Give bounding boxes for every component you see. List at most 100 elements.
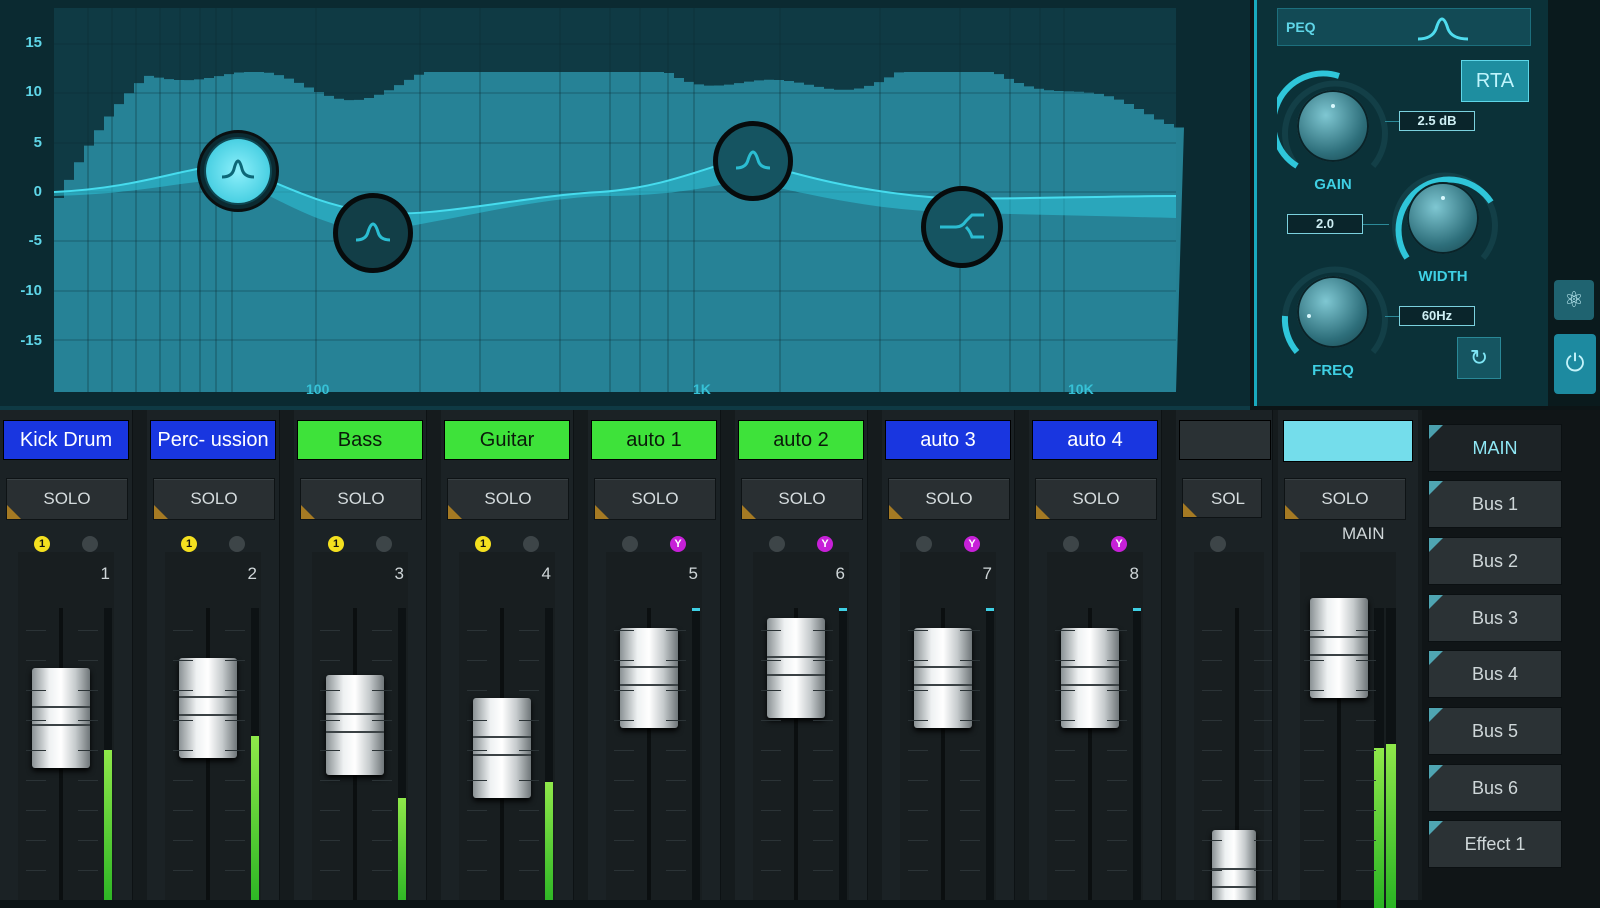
- channel-strip: Bass SOLO 1 3: [294, 410, 427, 900]
- fader-scale-tick: [78, 660, 98, 661]
- fader-scale-tick: [467, 630, 487, 631]
- bus-1-button[interactable]: Bus 1: [1428, 480, 1562, 528]
- channel-led-right: [229, 536, 245, 552]
- eq-band-4-handle[interactable]: [921, 186, 1003, 268]
- width-knob[interactable]: [1387, 162, 1499, 274]
- solo-button[interactable]: SOL: [1182, 478, 1262, 518]
- fader-scale-tick: [320, 720, 340, 721]
- x-tick-label: 100: [306, 381, 330, 397]
- fader-scale-tick: [1304, 840, 1324, 841]
- channel-led-left: [1210, 536, 1226, 552]
- freq-value[interactable]: 60Hz: [1399, 306, 1475, 326]
- fader-scale-tick: [761, 840, 781, 841]
- eq-graph-canvas: [0, 0, 1184, 406]
- peq-panel: PEQ RTA GAIN 2.5 dB WIDTH 2.0 FREQ 60Hz …: [1254, 0, 1551, 406]
- fader-scale-tick: [519, 750, 539, 751]
- fader-scale-tick: [26, 870, 46, 871]
- channel-fader[interactable]: [179, 658, 237, 758]
- fader-scale-tick: [960, 780, 980, 781]
- solo-button[interactable]: SOLO: [447, 478, 569, 520]
- width-value[interactable]: 2.0: [1287, 214, 1363, 234]
- channel-led-left: [916, 536, 932, 552]
- solo-button[interactable]: SOLO: [300, 478, 422, 520]
- eq-band-2-handle[interactable]: [333, 193, 413, 273]
- solo-button[interactable]: SOLO: [741, 478, 863, 520]
- shelf-filter-icon: [940, 213, 984, 239]
- solo-button[interactable]: SOLO: [6, 478, 128, 520]
- channel-name[interactable]: Bass: [297, 420, 423, 460]
- channel-name[interactable]: auto 3: [885, 420, 1011, 460]
- channel-name[interactable]: auto 2: [738, 420, 864, 460]
- solo-button[interactable]: SOLO: [1035, 478, 1157, 520]
- bus-3-button[interactable]: Bus 3: [1428, 594, 1562, 642]
- fader-scale-tick: [1304, 810, 1324, 811]
- fader-scale-tick: [1254, 660, 1272, 661]
- channel-name[interactable]: Perc- ussion: [150, 420, 276, 460]
- channel-number: 4: [541, 564, 551, 583]
- channel-fader[interactable]: [914, 628, 972, 728]
- channel-number: 1: [100, 564, 110, 583]
- channel-fader[interactable]: [32, 668, 90, 768]
- channel-name[interactable]: Guitar: [444, 420, 570, 460]
- peq-header[interactable]: PEQ: [1277, 8, 1531, 46]
- solo-button[interactable]: SOLO: [888, 478, 1010, 520]
- gain-knob[interactable]: [1277, 70, 1389, 182]
- channel-name[interactable]: auto 1: [591, 420, 717, 460]
- fader-scale-tick: [78, 720, 98, 721]
- fader-scale-tick: [1356, 870, 1376, 871]
- solo-button[interactable]: SOLO: [594, 478, 716, 520]
- fader-scale-tick: [1304, 750, 1324, 751]
- fader-scale-tick: [320, 630, 340, 631]
- bus-main-button[interactable]: MAIN: [1428, 424, 1562, 472]
- fx-routing-icon[interactable]: ⚛: [1554, 280, 1594, 320]
- channel-name[interactable]: auto 4: [1032, 420, 1158, 460]
- power-icon[interactable]: ⏻: [1554, 334, 1596, 394]
- fader-scale-tick: [372, 690, 392, 691]
- fader-scale-tick: [1202, 660, 1222, 661]
- channel-fader[interactable]: [1061, 628, 1119, 728]
- main-channel-name[interactable]: [1283, 420, 1413, 462]
- fader-scale-tick: [1202, 780, 1222, 781]
- channel-fader[interactable]: [767, 618, 825, 718]
- width-knob-cap: [1407, 182, 1479, 254]
- fader-scale-tick: [666, 870, 686, 871]
- channel-led-right: Y: [817, 536, 833, 552]
- reset-icon[interactable]: ↻: [1457, 337, 1501, 379]
- channel-fader[interactable]: [473, 698, 531, 798]
- gain-knob-cap: [1297, 90, 1369, 162]
- channel-name[interactable]: [1179, 420, 1271, 460]
- fader-scale-tick: [225, 720, 245, 721]
- bus-6-button[interactable]: Bus 6: [1428, 764, 1562, 812]
- mixer: Kick Drum SOLO 1 1 Perc- ussion SOLO 1 2…: [0, 410, 1600, 908]
- channel-strip: auto 3 SOLO Y 7: [882, 410, 1015, 900]
- fader-scale-tick: [173, 660, 193, 661]
- fader-scale-tick: [908, 810, 928, 811]
- solo-button[interactable]: SOLO: [153, 478, 275, 520]
- freq-knob[interactable]: [1277, 256, 1389, 368]
- fader-scale-tick: [960, 660, 980, 661]
- fader-scale-tick: [1202, 840, 1222, 841]
- rta-button[interactable]: RTA: [1461, 60, 1529, 102]
- channel-fader[interactable]: [620, 628, 678, 728]
- level-meter: [545, 608, 553, 900]
- bus-4-button[interactable]: Bus 4: [1428, 650, 1562, 698]
- fader-scale-tick: [467, 810, 487, 811]
- main-fader[interactable]: [1310, 598, 1368, 698]
- fader-scale-tick: [960, 720, 980, 721]
- fader-scale-tick: [1304, 720, 1324, 721]
- fader-well: [753, 552, 849, 900]
- channel-number: 3: [394, 564, 404, 583]
- effect-1-button[interactable]: Effect 1: [1428, 820, 1562, 868]
- fader-scale-tick: [467, 720, 487, 721]
- eq-band-1-handle[interactable]: [197, 130, 279, 212]
- main-meter-left: [1374, 608, 1384, 908]
- bus-2-button[interactable]: Bus 2: [1428, 537, 1562, 585]
- gain-value[interactable]: 2.5 dB: [1399, 111, 1475, 131]
- fader-scale-tick: [1055, 690, 1075, 691]
- bus-5-button[interactable]: Bus 5: [1428, 707, 1562, 755]
- eq-graph[interactable]: 15 10 5 0 -5 -10 -15 100 1K 10K: [0, 0, 1250, 410]
- fader-scale-tick: [1254, 630, 1272, 631]
- eq-band-3-handle[interactable]: [713, 121, 793, 201]
- main-solo-button[interactable]: SOLO: [1284, 478, 1406, 520]
- channel-name[interactable]: Kick Drum: [3, 420, 129, 460]
